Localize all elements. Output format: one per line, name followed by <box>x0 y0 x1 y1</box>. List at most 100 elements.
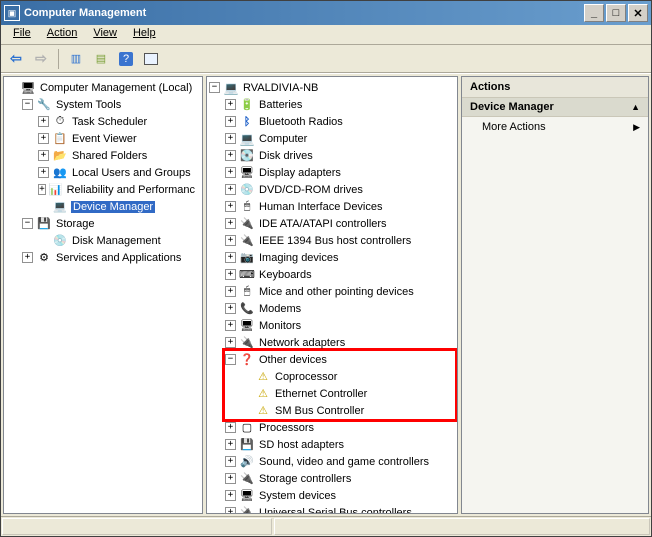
expand-icon[interactable]: + <box>225 337 236 348</box>
help-button[interactable]: ? <box>115 48 137 70</box>
cat-monitors[interactable]: +Monitors <box>225 317 455 334</box>
warning-icon <box>255 369 271 385</box>
expand-icon[interactable]: + <box>225 320 236 331</box>
cat-batteries[interactable]: +Batteries <box>225 96 455 113</box>
expand-icon[interactable]: + <box>225 99 236 110</box>
expand-icon[interactable]: + <box>225 456 236 467</box>
expand-icon[interactable]: + <box>225 235 236 246</box>
cat-other-devices[interactable]: −Other devices <box>225 351 455 368</box>
expand-icon[interactable]: + <box>225 218 236 229</box>
highlight-box: −Other devices Coprocessor Ethernet Cont… <box>222 348 458 422</box>
expand-icon[interactable]: + <box>225 286 236 297</box>
cat-1394[interactable]: +IEEE 1394 Bus host controllers <box>225 232 455 249</box>
expand-icon[interactable]: + <box>225 439 236 450</box>
expand-icon[interactable]: + <box>225 167 236 178</box>
expand-icon[interactable]: + <box>225 473 236 484</box>
services-icon <box>36 250 52 266</box>
device-tree-pane[interactable]: − RVALDIVIA-NB +Batteries +Bluetooth Rad… <box>206 76 458 514</box>
monitor-icon <box>239 318 255 334</box>
collapse-icon[interactable]: − <box>22 218 33 229</box>
cat-computer[interactable]: +Computer <box>225 130 455 147</box>
refresh-button[interactable] <box>140 48 162 70</box>
cat-keyboards[interactable]: +Keyboards <box>225 266 455 283</box>
expand-icon[interactable]: + <box>225 133 236 144</box>
cat-sound[interactable]: +Sound, video and game controllers <box>225 453 455 470</box>
tree-system-tools[interactable]: − System Tools <box>22 96 200 113</box>
cat-storage[interactable]: +Storage controllers <box>225 470 455 487</box>
expand-icon[interactable]: + <box>225 422 236 433</box>
tree-disk-management[interactable]: Disk Management <box>38 232 200 249</box>
properties-button[interactable]: ▤ <box>90 48 112 70</box>
cat-ide[interactable]: +IDE ATA/ATAPI controllers <box>225 215 455 232</box>
disk-icon <box>52 233 68 249</box>
console-tree-pane[interactable]: Computer Management (Local) − System Too… <box>3 76 203 514</box>
expand-icon[interactable]: + <box>225 252 236 263</box>
actions-section[interactable]: Device Manager ▲ <box>462 98 648 117</box>
warning-icon <box>255 386 271 402</box>
perf-icon <box>49 182 63 198</box>
titlebar[interactable]: ▣ Computer Management _ □ ✕ <box>1 1 651 25</box>
expand-icon[interactable]: + <box>225 184 236 195</box>
tree-reliability[interactable]: +Reliability and Performanc <box>38 181 200 198</box>
tree-event-viewer[interactable]: +Event Viewer <box>38 130 200 147</box>
collapse-icon[interactable]: − <box>225 354 236 365</box>
menu-help[interactable]: Help <box>125 25 164 44</box>
disk-drive-icon <box>239 148 255 164</box>
expand-icon[interactable]: + <box>225 303 236 314</box>
expand-icon[interactable]: + <box>225 150 236 161</box>
maximize-button[interactable]: □ <box>606 4 626 22</box>
back-button[interactable]: ⇦ <box>5 48 27 70</box>
dev-ethernet[interactable]: Ethernet Controller <box>241 385 455 402</box>
tree-services[interactable]: +Services and Applications <box>22 249 200 266</box>
cat-sd[interactable]: +SD host adapters <box>225 436 455 453</box>
minimize-button[interactable]: _ <box>584 4 604 22</box>
cat-hid[interactable]: +Human Interface Devices <box>225 198 455 215</box>
expand-icon[interactable]: + <box>38 184 46 195</box>
tree-root[interactable]: Computer Management (Local) <box>6 79 200 96</box>
computer-icon <box>20 80 36 96</box>
status-cell <box>2 518 272 535</box>
cat-system[interactable]: +System devices <box>225 487 455 504</box>
cat-imaging[interactable]: +Imaging devices <box>225 249 455 266</box>
tools-icon <box>36 97 52 113</box>
expand-icon[interactable]: + <box>38 116 49 127</box>
show-hide-button[interactable]: ▥ <box>65 48 87 70</box>
close-button[interactable]: ✕ <box>628 4 648 22</box>
cat-modems[interactable]: +Modems <box>225 300 455 317</box>
tree-storage[interactable]: − Storage <box>22 215 200 232</box>
tree-local-users[interactable]: +Local Users and Groups <box>38 164 200 181</box>
cat-usb[interactable]: +Universal Serial Bus controllers <box>225 504 455 514</box>
cat-dvd[interactable]: +DVD/CD-ROM drives <box>225 181 455 198</box>
expand-icon[interactable]: + <box>38 167 49 178</box>
collapse-icon[interactable]: − <box>22 99 33 110</box>
tree-task-scheduler[interactable]: +Task Scheduler <box>38 113 200 130</box>
modem-icon <box>239 301 255 317</box>
menu-action[interactable]: Action <box>39 25 86 44</box>
client-area: Computer Management (Local) − System Too… <box>1 73 651 516</box>
expand-icon[interactable]: + <box>22 252 33 263</box>
cat-bluetooth[interactable]: +Bluetooth Radios <box>225 113 455 130</box>
menu-view[interactable]: View <box>85 25 125 44</box>
tree-device-manager[interactable]: Device Manager <box>38 198 200 215</box>
cat-processors[interactable]: +Processors <box>225 419 455 436</box>
expand-icon[interactable]: + <box>38 150 49 161</box>
expand-icon[interactable]: + <box>225 507 236 514</box>
expand-icon[interactable]: + <box>225 201 236 212</box>
expand-icon[interactable]: + <box>38 133 49 144</box>
cat-display[interactable]: +Display adapters <box>225 164 455 181</box>
device-root[interactable]: − RVALDIVIA-NB <box>209 79 455 96</box>
expand-icon[interactable]: + <box>225 269 236 280</box>
actions-more[interactable]: More Actions ▶ <box>462 117 648 137</box>
expand-icon[interactable]: + <box>225 116 236 127</box>
cat-mice[interactable]: +Mice and other pointing devices <box>225 283 455 300</box>
menu-file[interactable]: File <box>5 25 39 44</box>
collapse-icon[interactable]: − <box>209 82 220 93</box>
dev-smbus[interactable]: SM Bus Controller <box>241 402 455 419</box>
cat-disk-drives[interactable]: +Disk drives <box>225 147 455 164</box>
forward-button[interactable]: ⇨ <box>30 48 52 70</box>
computer-icon <box>223 80 239 96</box>
dev-coprocessor[interactable]: Coprocessor <box>241 368 455 385</box>
tree-shared-folders[interactable]: +Shared Folders <box>38 147 200 164</box>
system-icon <box>239 488 255 504</box>
expand-icon[interactable]: + <box>225 490 236 501</box>
